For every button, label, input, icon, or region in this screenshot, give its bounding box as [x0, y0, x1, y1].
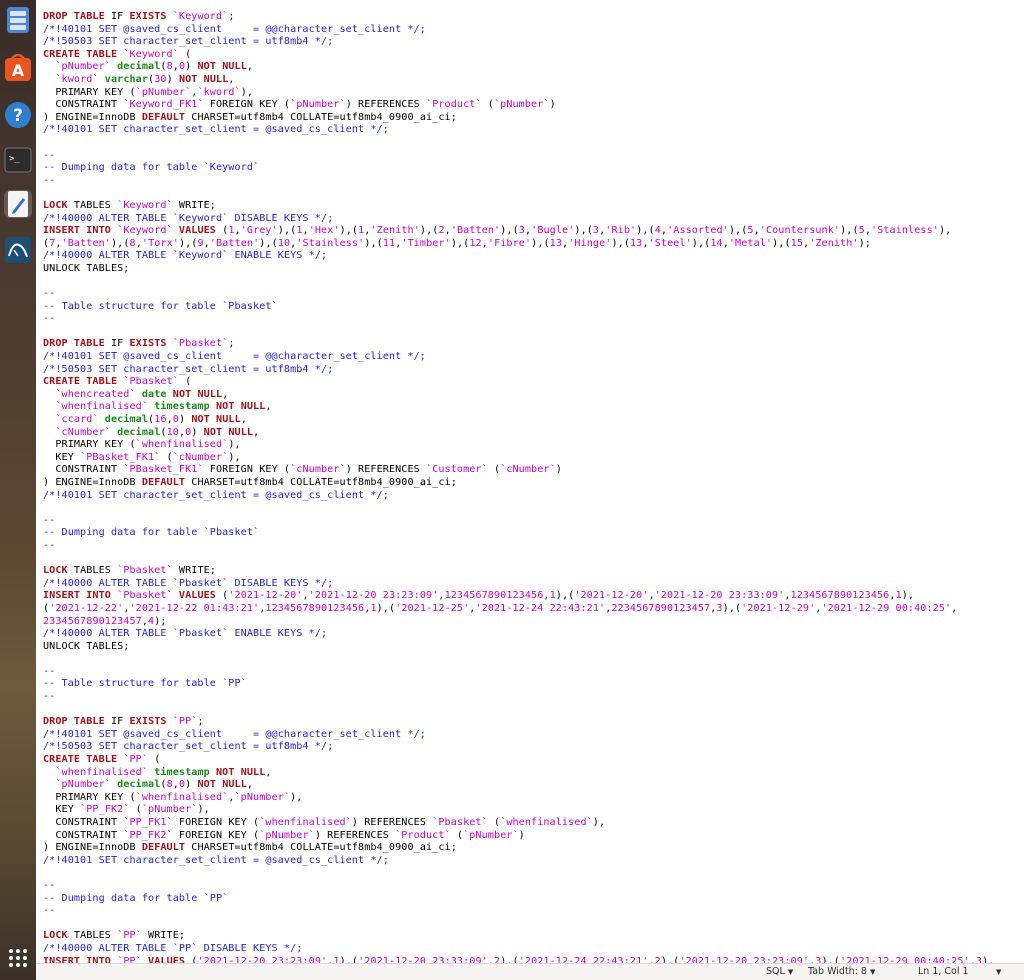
status-bar: SQL ▼ Tab Width: 8 ▼ Ln 1, Col 1 ▼: [36, 963, 1024, 980]
tab-width-label: Tab Width: 8: [808, 966, 867, 977]
application-dock: A ? >_: [0, 0, 36, 980]
insert-mode-selector[interactable]: ▼: [993, 966, 1001, 977]
svg-text:>_: >_: [9, 154, 20, 164]
svg-text:A: A: [12, 61, 25, 80]
software-center-icon[interactable]: A: [4, 54, 32, 82]
code-editor[interactable]: DROP TABLE IF EXISTS `Keyword`; /*!40101…: [36, 0, 1024, 964]
language-selector[interactable]: SQL ▼: [766, 966, 793, 977]
help-icon[interactable]: ?: [4, 101, 32, 129]
chevron-down-icon: ▼: [787, 968, 794, 976]
chevron-down-icon: ▼: [869, 968, 876, 976]
svg-text:?: ?: [13, 106, 23, 126]
chevron-down-icon: ▼: [996, 968, 1002, 976]
cursor-position-label: Ln 1, Col 1: [918, 966, 969, 977]
cursor-position[interactable]: Ln 1, Col 1: [918, 966, 969, 977]
files-icon[interactable]: [4, 6, 32, 34]
language-label: SQL: [766, 966, 785, 977]
show-apps-icon[interactable]: [4, 944, 32, 972]
text-editor-icon[interactable]: [4, 190, 32, 218]
mysql-workbench-icon[interactable]: [4, 236, 32, 264]
sql-source-text[interactable]: DROP TABLE IF EXISTS `Keyword`; /*!40101…: [36, 0, 1024, 964]
tab-width-selector[interactable]: Tab Width: 8 ▼: [808, 966, 875, 977]
terminal-icon[interactable]: >_: [4, 146, 32, 174]
